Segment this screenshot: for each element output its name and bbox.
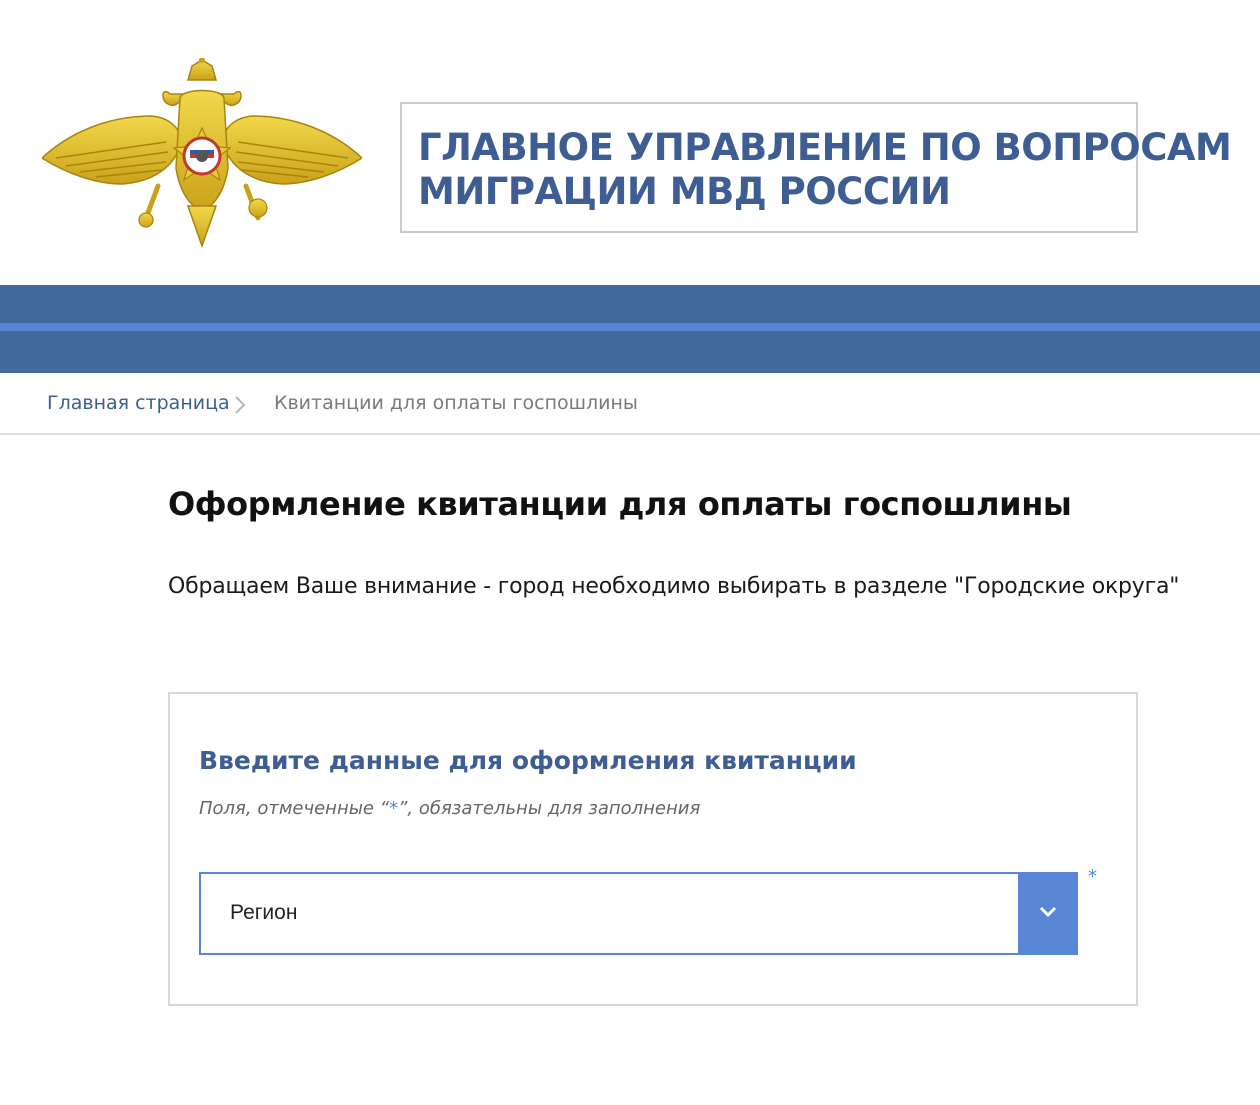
agency-title-line-1: ГЛАВНОЕ УПРАВЛЕНИЕ ПО ВОПРОСАМ [418, 126, 1232, 169]
header-band-bottom [0, 331, 1260, 373]
page-title: Оформление квитанции для оплаты госпошли… [168, 485, 1072, 523]
region-select-toggle-button[interactable] [1018, 872, 1078, 955]
agency-title-line-2: МИГРАЦИИ МВД РОССИИ [418, 170, 951, 213]
form-title: Введите данные для оформления квитанции [199, 746, 857, 775]
region-required-mark: * [1088, 866, 1097, 887]
chevron-down-icon [1038, 904, 1058, 923]
region-select[interactable]: Регион [199, 872, 1078, 955]
header-band-accent-line [0, 323, 1260, 331]
receipt-form-panel: Введите данные для оформления квитанции … [168, 692, 1138, 1006]
breadcrumb-home-link[interactable]: Главная страница [47, 392, 230, 414]
breadcrumb-current: Квитанции для оплаты госпошлины [274, 392, 638, 414]
hint-text-after: ”, обязательны для заполнения [398, 798, 701, 819]
agency-title-box: ГЛАВНОЕ УПРАВЛЕНИЕ ПО ВОПРОСАМ МИГРАЦИИ … [400, 102, 1232, 233]
breadcrumb: Главная страница Квитанции для оплаты го… [0, 373, 1260, 435]
hint-required-star: * [389, 798, 399, 819]
double-headed-eagle-emblem-icon [40, 57, 364, 249]
city-selection-notice: Обращаем Ваше внимание - город необходим… [168, 574, 1180, 599]
region-select-value: Регион [230, 901, 298, 924]
chevron-right-icon [231, 395, 249, 415]
header-band-top [0, 285, 1260, 323]
hint-text-before: Поля, отмеченные “ [199, 798, 390, 819]
required-fields-hint: Поля, отмеченные “*”, обязательны для за… [199, 798, 700, 819]
site-header: ГЛАВНОЕ УПРАВЛЕНИЕ ПО ВОПРОСАМ МИГРАЦИИ … [0, 0, 1260, 285]
